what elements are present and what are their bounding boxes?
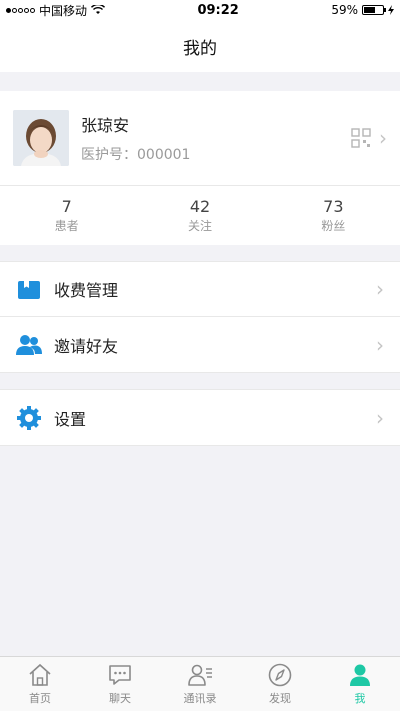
contacts-icon [188, 664, 212, 686]
chevron-right-icon: › [376, 405, 384, 430]
compass-icon [268, 663, 292, 687]
friends-icon [16, 332, 42, 358]
tab-label: 发现 [269, 692, 291, 705]
menu-item-invite[interactable]: 邀请好友 › [0, 317, 400, 372]
qr-code-icon[interactable] [351, 128, 371, 148]
tab-contacts[interactable]: 通讯录 [160, 657, 240, 711]
stat-label: 粉丝 [321, 219, 346, 233]
profile-name: 张琼安 [81, 116, 130, 135]
stat-following[interactable]: 42 关注 [133, 186, 266, 245]
battery-icon [361, 5, 386, 15]
stat-patients[interactable]: 7 患者 [0, 186, 133, 245]
wallet-icon [16, 276, 42, 302]
tab-bar: 首页 聊天 通讯录 发现 我 [0, 656, 400, 711]
tab-discover[interactable]: 发现 [240, 657, 320, 711]
chevron-right-icon: › [376, 332, 384, 357]
battery-percent: 59% [331, 3, 358, 17]
chevron-right-icon: › [376, 277, 384, 301]
tab-label: 首页 [29, 692, 51, 705]
battery-fill [363, 7, 375, 13]
stat-value: 42 [189, 197, 211, 216]
stat-value: 73 [323, 197, 344, 216]
stat-label: 关注 [187, 219, 212, 233]
status-left: 中国移动 [6, 2, 106, 19]
menu-label: 设置 [54, 409, 87, 429]
status-bar: 中国移动 09:22 59% [0, 0, 400, 20]
menu-item-fees[interactable]: 收费管理 › [0, 262, 400, 317]
menu-item-settings[interactable]: 设置 › [0, 390, 400, 445]
stat-value: 7 [61, 197, 72, 216]
tab-home[interactable]: 首页 [0, 657, 80, 711]
menu-label: 收费管理 [54, 281, 119, 300]
status-right: 59% [331, 3, 394, 17]
tab-me[interactable]: 我 [320, 657, 400, 711]
avatar [13, 110, 69, 166]
gear-icon [16, 405, 42, 431]
charging-icon [387, 5, 394, 15]
tab-chat[interactable]: 聊天 [80, 657, 160, 711]
tab-label: 我 [354, 692, 366, 705]
profile-info: 张琼安 医护号：000001 [81, 112, 351, 164]
person-icon [350, 664, 370, 686]
profile-card[interactable]: 张琼安 医护号：000001 › [0, 91, 400, 186]
home-icon [29, 663, 51, 686]
carrier-label: 中国移动 [39, 3, 88, 18]
chat-icon [109, 665, 131, 685]
nav-bar: 我的 [0, 20, 400, 72]
menu-group-main: 收费管理 › 邀请好友 › [0, 261, 400, 373]
wifi-icon [91, 5, 106, 14]
stats-row: 7 患者 42 关注 73 粉丝 [0, 186, 400, 245]
profile-id: 医护号：000001 [81, 147, 191, 163]
menu-group-settings: 设置 › [0, 389, 400, 446]
page-title: 我的 [183, 38, 217, 59]
status-time: 09:22 [197, 2, 239, 18]
stat-label: 患者 [54, 219, 79, 233]
tab-label: 通讯录 [183, 692, 217, 705]
tab-label: 聊天 [109, 692, 131, 705]
signal-icon [6, 7, 35, 13]
chevron-right-icon: › [379, 126, 387, 150]
stat-fans[interactable]: 73 粉丝 [267, 186, 400, 245]
menu-label: 邀请好友 [54, 336, 119, 356]
